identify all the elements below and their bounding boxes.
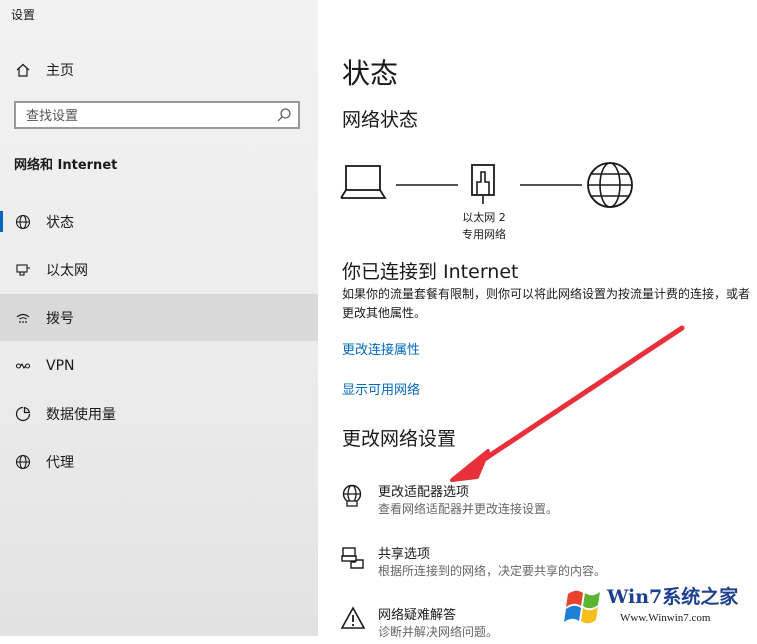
adapter-icon	[340, 483, 366, 509]
laptop-icon	[340, 165, 387, 199]
home-nav-item[interactable]: 主页	[0, 56, 318, 84]
sidebar-item-proxy[interactable]: 代理	[0, 438, 318, 485]
main-content: 状态 网络状态 以太网 2 专用网络 你已连接到 Internet 如果你的流量…	[318, 0, 757, 639]
sharing-options[interactable]: 共享选项 根据所连接到的网络，决定要共享的内容。	[340, 543, 750, 583]
sidebar-item-dialup[interactable]: 拨号	[0, 294, 318, 341]
ethernet-port-icon	[471, 164, 495, 204]
sidebar-item-ethernet[interactable]: 以太网	[0, 246, 318, 293]
sidebar-item-label: VPN	[46, 357, 75, 374]
sidebar-item-label: 以太网	[46, 262, 88, 279]
network-type: 专用网络	[462, 228, 506, 241]
search-icon[interactable]	[276, 107, 292, 123]
option-subtitle: 查看网络适配器并更改连接设置。	[378, 502, 559, 516]
dialup-icon	[14, 309, 32, 327]
home-icon	[14, 61, 32, 79]
adapter-name: 以太网 2	[462, 211, 506, 224]
app-title: 设置	[11, 8, 36, 22]
internet-globe-icon	[587, 162, 633, 208]
sidebar-item-status[interactable]: 状态	[0, 198, 318, 245]
section-title: 网络和 Internet	[14, 158, 118, 173]
connected-description: 如果你的流量套餐有限制，则你可以将此网络设置为按流量计费的连接，或者更改其他属性…	[342, 287, 751, 320]
change-adapter-options[interactable]: 更改适配器选项 查看网络适配器并更改连接设置。	[340, 481, 750, 521]
watermark-url: Www.Winwin7.com	[620, 612, 711, 624]
network-status-heading: 网络状态	[342, 109, 419, 131]
watermark-brand: Win7系统之家	[607, 586, 739, 608]
data-usage-icon	[14, 405, 32, 423]
change-connection-properties-link[interactable]: 更改连接属性	[342, 339, 420, 358]
sidebar-item-label: 代理	[46, 454, 74, 471]
ethernet-icon	[14, 261, 32, 279]
search-input[interactable]	[16, 103, 268, 129]
globe-icon	[14, 213, 32, 231]
search-box[interactable]	[14, 101, 300, 129]
show-available-networks-link[interactable]: 显示可用网络	[342, 379, 420, 398]
change-network-settings-heading: 更改网络设置	[342, 428, 457, 450]
vpn-icon	[14, 357, 32, 375]
sidebar-item-vpn[interactable]: VPN	[0, 342, 318, 389]
option-title: 更改适配器选项	[378, 485, 470, 500]
sidebar-item-label: 数据使用量	[46, 406, 116, 423]
selected-indicator	[0, 211, 3, 232]
watermark: Win7系统之家 Www.Winwin7.com	[560, 578, 757, 636]
sidebar-item-label: 状态	[46, 214, 74, 231]
sharing-icon	[340, 545, 366, 571]
connected-heading: 你已连接到 Internet	[342, 261, 519, 283]
windows-logo-icon	[564, 590, 600, 624]
option-subtitle: 诊断并解决网络问题。	[378, 625, 499, 639]
option-subtitle: 根据所连接到的网络，决定要共享的内容。	[378, 564, 607, 578]
option-title: 网络疑难解答	[378, 608, 457, 623]
home-label: 主页	[46, 63, 74, 79]
warning-icon	[340, 606, 366, 632]
globe-icon	[14, 453, 32, 471]
page-title: 状态	[342, 57, 399, 90]
sidebar-item-label: 拨号	[46, 310, 74, 327]
option-title: 共享选项	[378, 547, 431, 562]
network-diagram: 以太网 2 专用网络	[340, 158, 650, 248]
sidebar: 设置 主页 网络和 Internet 状态 以太网 拨号	[0, 0, 318, 636]
sidebar-item-data-usage[interactable]: 数据使用量	[0, 390, 318, 437]
